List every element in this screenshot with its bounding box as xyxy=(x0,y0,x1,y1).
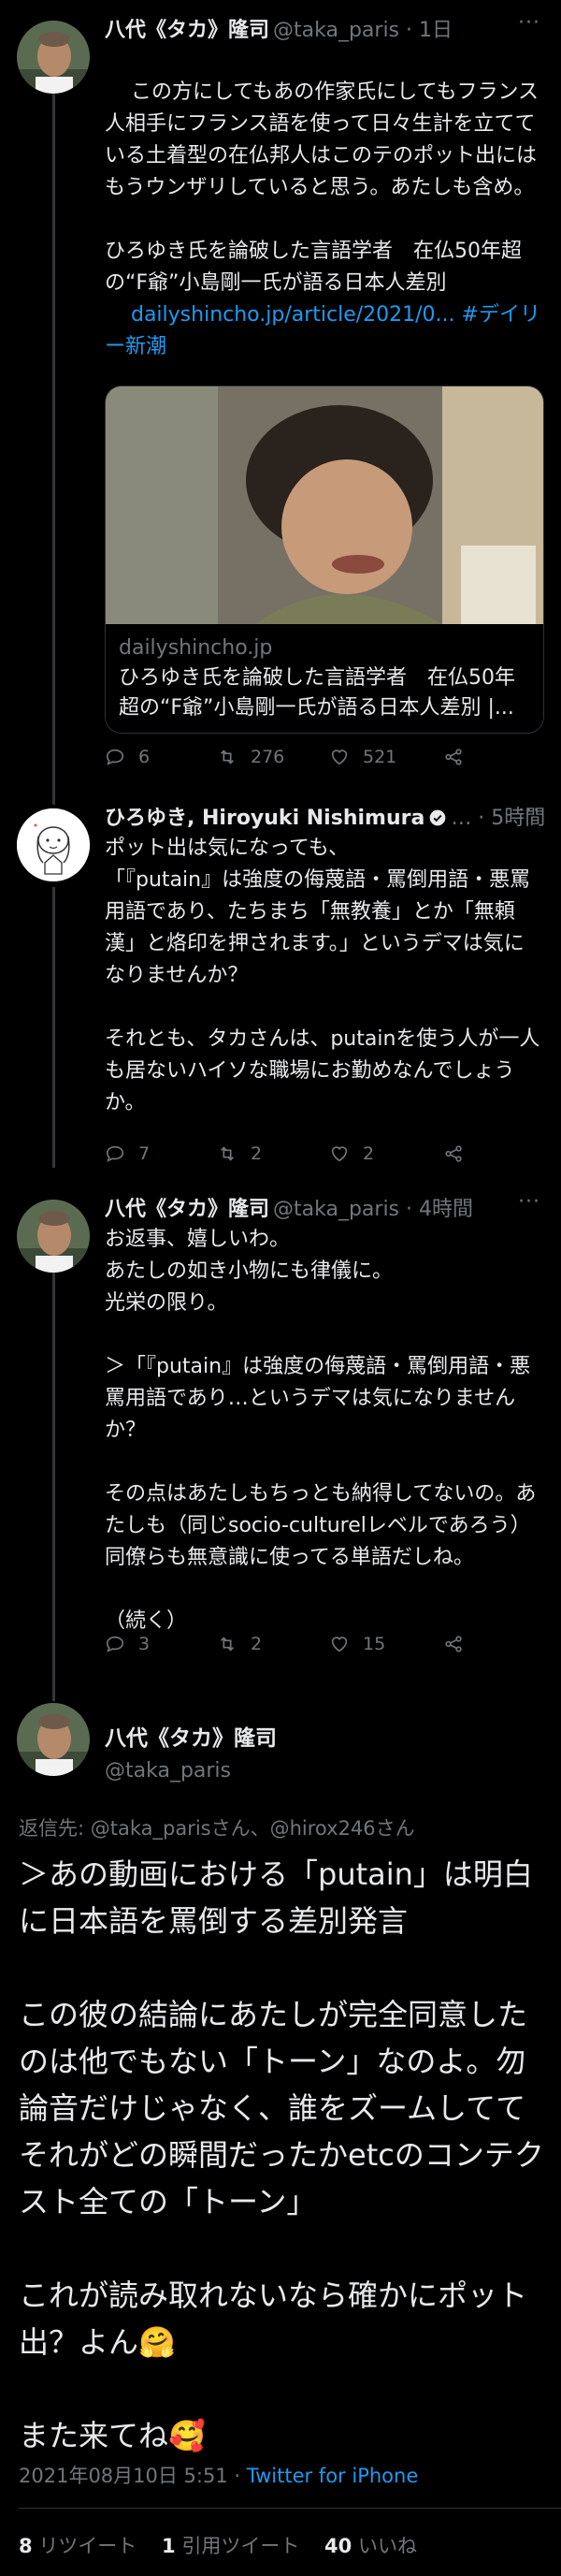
reply-icon xyxy=(106,749,124,765)
likes-stat[interactable]: 40 いいね xyxy=(324,2535,417,2557)
share-button[interactable] xyxy=(443,1634,464,1654)
tweet-actions: 3 2 15 xyxy=(105,1634,462,1664)
reply-button[interactable]: 6 xyxy=(105,747,150,767)
article-link[interactable]: dailyshincho.jp/article/2021/0... #デイリー新… xyxy=(105,303,540,358)
more-icon[interactable]: ··· xyxy=(518,799,540,822)
divider xyxy=(19,2508,561,2509)
like-icon xyxy=(331,1146,348,1162)
verified-badge-icon xyxy=(429,809,446,826)
tweet-text-content: この方にしてもあの作家氏にしてもフランス人相手にフランス語を使って日々生計を立て… xyxy=(105,80,539,295)
retweet-icon xyxy=(220,750,235,764)
more-icon[interactable]: ··· xyxy=(518,11,540,35)
author-name[interactable]: 八代《タカ》隆司 xyxy=(105,19,269,42)
like-button[interactable]: 15 xyxy=(329,1634,385,1654)
focused-tweet-text: ＞あの動画における「putain」は明白に日本語を罵倒する差別発言 この彼の結論… xyxy=(19,1856,544,2453)
share-icon xyxy=(445,1145,462,1162)
link-card[interactable]: dailyshincho.jp ひろゆき氏を論破した言語学者 在仏50年超の“F… xyxy=(105,386,544,734)
avatar[interactable] xyxy=(17,1200,90,1273)
tweet-header: 八代《タカ》隆司 @taka_paris · 4時間 xyxy=(105,1192,546,1222)
retweet-icon xyxy=(220,1637,235,1652)
retweet-count: 276 xyxy=(251,747,285,767)
tweet-header: ひろゆき, Hiroyuki Nishimura… · 5時間 xyxy=(105,801,546,831)
author-name[interactable]: 八代《タカ》隆司 xyxy=(105,1720,277,1752)
share-button[interactable] xyxy=(443,1143,464,1164)
like-button[interactable]: 2 xyxy=(329,1143,374,1164)
author-handle[interactable]: @taka_paris xyxy=(105,1759,231,1783)
retweet-count: 2 xyxy=(251,1634,263,1654)
reply-count: 7 xyxy=(138,1143,151,1164)
reply-button[interactable]: 7 xyxy=(105,1143,150,1164)
author-name[interactable]: 八代《タカ》隆司 xyxy=(105,1198,269,1221)
tweet-header: 八代《タカ》隆司 @taka_paris · 1日 xyxy=(105,13,546,43)
retweets-stat[interactable]: 8 リツイート xyxy=(19,2535,137,2557)
link-card-image xyxy=(106,386,543,624)
tweet-text: この方にしてもあの作家氏にしてもフランス人相手にフランス語を使って日々生計を立て… xyxy=(105,45,540,395)
handle-time[interactable]: @taka_paris · 4時間 xyxy=(273,1198,473,1221)
reply-icon xyxy=(106,1145,124,1162)
tweet[interactable]: ひろゆき, Hiroyuki Nishimura… · 5時間 ··· ポット出… xyxy=(0,795,561,1179)
tweet-actions: 6 276 521 xyxy=(105,747,462,777)
retweet-count: 2 xyxy=(251,1143,263,1164)
share-button[interactable] xyxy=(443,747,464,767)
like-count: 2 xyxy=(363,1143,375,1164)
tweet[interactable]: 八代《タカ》隆司 @taka_paris · 1日 ··· この方にしてもあの作家… xyxy=(0,0,561,795)
retweet-button[interactable]: 2 xyxy=(217,1143,262,1164)
retweet-icon xyxy=(220,1146,235,1161)
like-icon xyxy=(331,1637,348,1652)
reply-count: 3 xyxy=(138,1634,151,1654)
replying-to[interactable]: 返信先: @taka_parisさん、@hirox246さん xyxy=(19,1813,415,1841)
like-count: 15 xyxy=(363,1634,386,1654)
client-link[interactable]: Twitter for iPhone xyxy=(247,2465,419,2487)
more-icon[interactable]: ··· xyxy=(518,1190,540,1214)
reply-count: 6 xyxy=(138,747,151,767)
tweet[interactable]: 八代《タカ》隆司 @taka_paris · 4時間 ··· お返事、嬉しいわ。 … xyxy=(0,1179,561,1703)
avatar[interactable] xyxy=(17,1703,90,1776)
link-card-title: ひろゆき氏を論破した言語学者 在仏50年超の“F爺”小島剛一氏が語る日本人差別 … xyxy=(119,666,515,720)
avatar[interactable] xyxy=(17,808,90,881)
link-card-domain: dailyshincho.jp xyxy=(119,636,273,660)
quotes-stat[interactable]: 1 引用ツイート xyxy=(162,2535,299,2557)
avatar[interactable] xyxy=(17,21,90,94)
share-icon xyxy=(445,749,462,765)
tweet-text: ポット出は気になっても、 「『putain』は強度の侮蔑語・罵倒用語・悪罵用語で… xyxy=(105,837,540,1114)
share-icon xyxy=(445,1636,462,1652)
link-card-meta: dailyshincho.jp ひろゆき氏を論破した言語学者 在仏50年超の“F… xyxy=(106,624,543,733)
like-button[interactable]: 521 xyxy=(329,747,396,767)
retweet-button[interactable]: 2 xyxy=(217,1634,262,1654)
handle-time[interactable]: @taka_paris · 1日 xyxy=(273,19,453,42)
reply-button[interactable]: 3 xyxy=(105,1634,150,1654)
reply-icon xyxy=(106,1636,124,1652)
like-count: 521 xyxy=(363,747,397,767)
tweet-actions: 7 2 2 xyxy=(105,1143,462,1173)
tweet-stats: 8 リツイート 1 引用ツイート 40 いいね xyxy=(19,2531,417,2559)
tweet-timestamp: 2021年08月10日 5:51 · Twitter for iPhone xyxy=(19,2461,418,2489)
author-name[interactable]: ひろゆき, Hiroyuki Nishimura xyxy=(105,807,424,830)
tweet-text: お返事、嬉しいわ。 あたしの如き小物にも律儀に。 光栄の限り。 ＞「『putai… xyxy=(105,1228,537,1633)
timestamp-text[interactable]: 2021年08月10日 5:51 · xyxy=(19,2465,247,2487)
retweet-button[interactable]: 276 xyxy=(217,747,284,767)
like-icon xyxy=(331,750,348,765)
